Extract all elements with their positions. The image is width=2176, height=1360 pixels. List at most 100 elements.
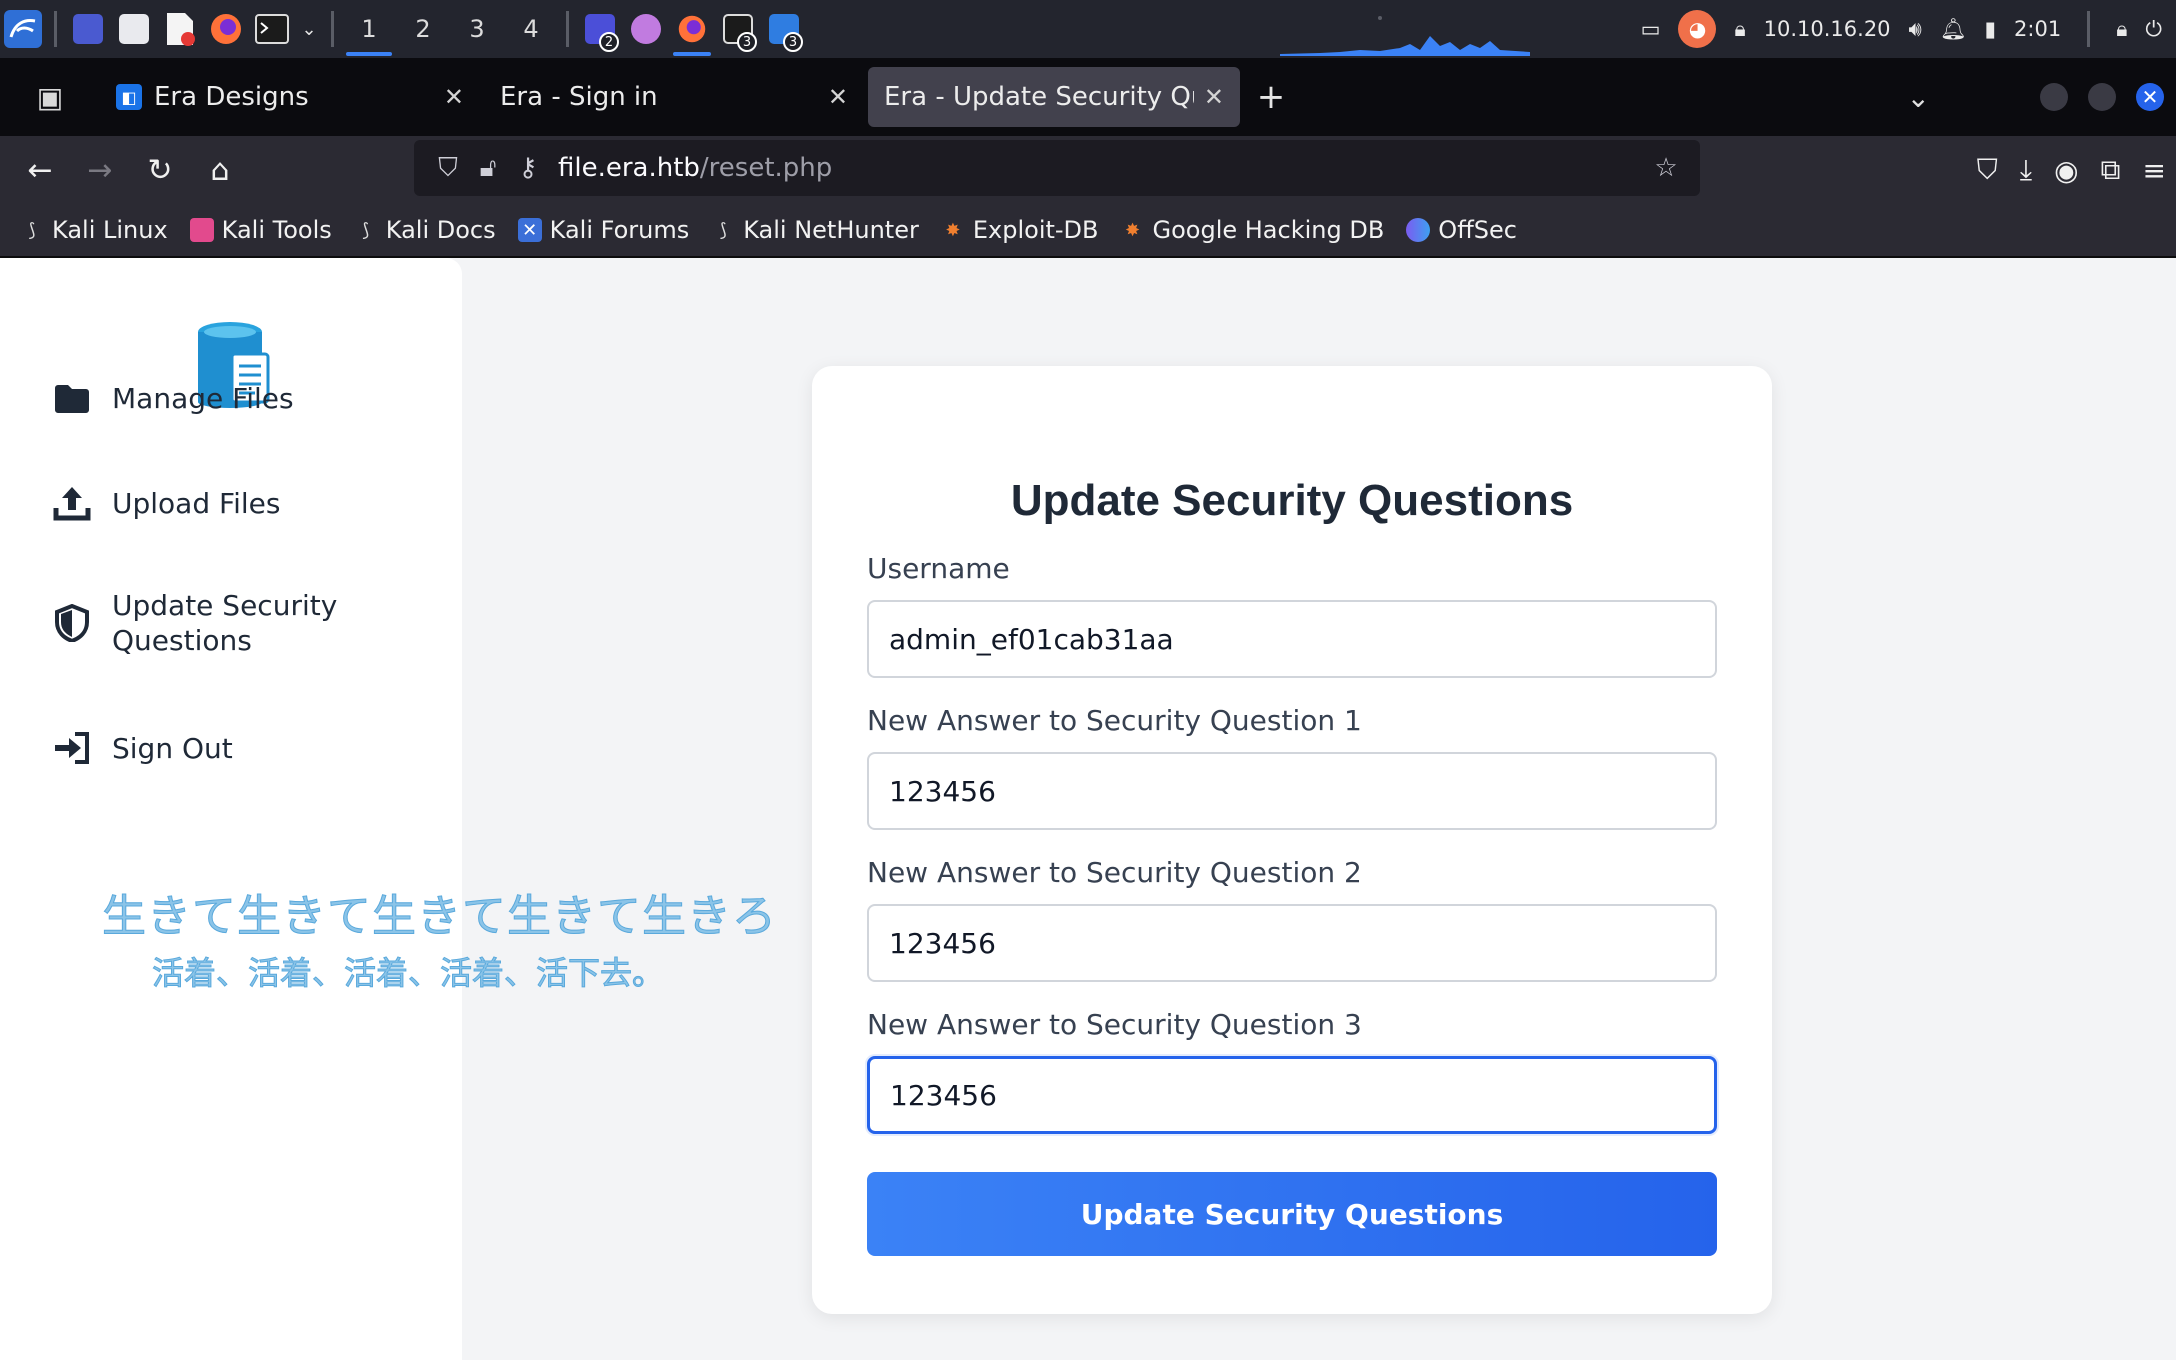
bookmark-kali-linux[interactable]: ⟆ Kali Linux	[20, 216, 167, 244]
close-window-button[interactable]: ✕	[2136, 83, 2164, 111]
maximize-window-button[interactable]	[2088, 83, 2116, 111]
tab-overview-icon[interactable]: ▣	[0, 58, 100, 136]
sidebar-item-update-security-questions[interactable]: Update Security Questions	[52, 588, 362, 658]
bookmarks-toolbar: ⟆ Kali Linux Kali Tools ⟆ Kali Docs ✕ Kali …	[0, 204, 2176, 258]
address-bar[interactable]: ⛉ 🔓︎ ⚷ file.era.htb/reset.php ☆	[414, 140, 1700, 196]
close-tab-icon[interactable]: ✕	[1204, 83, 1224, 111]
burp-window-icon[interactable]: 2	[577, 0, 623, 58]
sidebar-item-sign-out[interactable]: Sign Out	[52, 728, 233, 768]
reload-button[interactable]: ↻	[130, 140, 190, 200]
sidebar-item-manage-files[interactable]: Manage Files	[52, 378, 294, 418]
bookmark-google-hacking-db[interactable]: ✸ Google Hacking DB	[1121, 216, 1385, 244]
sidebar-item-label: Update Security Questions	[112, 589, 338, 657]
tab-era-sign-in[interactable]: Era - Sign in ✕	[484, 67, 864, 127]
show-desktop-icon[interactable]	[65, 0, 111, 58]
back-button[interactable]: ←	[10, 140, 70, 200]
question-1-input[interactable]	[867, 752, 1717, 830]
ghdb-icon: ✸	[1124, 219, 1141, 241]
username-input[interactable]	[867, 600, 1717, 678]
close-tab-icon[interactable]: ✕	[444, 83, 464, 111]
panel-separator	[2087, 11, 2091, 47]
battery-icon[interactable]: ▮	[1984, 17, 1996, 41]
terminal-launcher-icon[interactable]	[249, 0, 295, 58]
overlay-text-chinese: 活着、活着、活着、活着、活下去。	[151, 954, 665, 993]
tab-title: Era Designs	[154, 82, 309, 112]
kali-menu-icon[interactable]	[0, 0, 46, 58]
offsec-icon	[1406, 218, 1431, 242]
vpn-lock-icon[interactable]: 🔒︎	[1734, 17, 1745, 42]
question-2-input[interactable]	[867, 904, 1717, 982]
panel-separator	[54, 11, 57, 47]
forward-button[interactable]: →	[70, 140, 130, 200]
tracking-shield-icon[interactable]: ⛉	[428, 153, 468, 184]
bookmark-label: Kali NetHunter	[743, 216, 919, 244]
url-text[interactable]: file.era.htb/reset.php	[558, 153, 1646, 183]
minimize-window-button[interactable]	[2040, 83, 2068, 111]
overlay-text-japanese: 生きて生きて生きて生きて生きろ	[102, 891, 777, 943]
new-tab-button[interactable]: +	[1244, 67, 1298, 127]
tab-era-designs[interactable]: ◧ Era Designs ✕	[100, 67, 480, 127]
list-all-tabs-icon[interactable]: ⌄	[1907, 81, 1930, 114]
network-activity-graph	[1280, 16, 1530, 56]
desktop-panel: ⌄ 1 2 3 4 2 3 3 ▭ ◕ 🔒︎ 10.10.16.20 🔊︎ 🔔︎…	[0, 0, 2176, 58]
bookmark-kali-tools[interactable]: Kali Tools	[189, 216, 332, 244]
bookmark-star-icon[interactable]: ☆	[1646, 153, 1686, 183]
key-icon[interactable]: ⚷	[508, 153, 548, 183]
sidebar-item-upload-files[interactable]: Upload Files	[52, 483, 280, 523]
url-path: /reset.php	[699, 153, 833, 183]
panel-separator	[566, 11, 569, 47]
bookmark-kali-nethunter[interactable]: ⟆ Kali NetHunter	[711, 216, 919, 244]
lock-screen-icon[interactable]: 🔒︎	[2116, 17, 2127, 42]
exploit-db-icon: ✸	[945, 219, 961, 241]
bookmark-label: Google Hacking DB	[1152, 216, 1385, 244]
close-tab-icon[interactable]: ✕	[828, 83, 848, 111]
firefox-window-icon[interactable]	[669, 0, 715, 58]
window-count-badge: 2	[599, 32, 619, 52]
power-icon[interactable]: ⏻	[2145, 17, 2162, 42]
question-1-label: New Answer to Security Question 1	[867, 704, 1362, 737]
toolbar-actions: ⛉ ⤓ ◉ ⧉ ≡	[1977, 140, 2166, 200]
tab-update-security-questions[interactable]: Era - Update Security Questions ✕	[868, 67, 1240, 127]
question-3-input[interactable]	[867, 1056, 1717, 1134]
fox-user-icon[interactable]: ◕	[1678, 10, 1717, 48]
workspace-3[interactable]: 3	[450, 0, 504, 58]
network-window-icon[interactable]: 3	[761, 0, 807, 58]
bookmark-offsec[interactable]: OffSec	[1406, 216, 1517, 244]
account-icon[interactable]: ◉	[2054, 154, 2078, 187]
bookmark-label: Exploit-DB	[972, 216, 1099, 244]
workspace-4[interactable]: 4	[504, 0, 558, 58]
bookmark-exploit-db[interactable]: ✸ Exploit-DB	[941, 216, 1099, 244]
window-count-badge: 3	[737, 32, 757, 52]
screen-icon[interactable]: ▭	[1641, 17, 1661, 41]
downloads-icon[interactable]: ⤓	[2020, 153, 2032, 187]
workspace-1[interactable]: 1	[342, 0, 396, 58]
cat-app-window-icon[interactable]	[623, 0, 669, 58]
update-security-questions-button[interactable]: Update Security Questions	[867, 1172, 1717, 1256]
launcher-dropdown-icon[interactable]: ⌄	[295, 0, 323, 58]
browser-tab-strip: ▣ ◧ Era Designs ✕ Era - Sign in ✕ Era - …	[0, 58, 2176, 136]
tab-title: Era - Sign in	[500, 82, 658, 112]
notification-bell-icon[interactable]: 🔔︎	[1940, 17, 1967, 42]
sidebar-item-label: Upload Files	[112, 486, 281, 520]
text-editor-icon[interactable]	[157, 0, 203, 58]
username-label: Username	[867, 552, 1010, 585]
kali-forums-icon: ✕	[517, 218, 542, 242]
clock-text[interactable]: 2:01	[2014, 17, 2061, 41]
bookmark-kali-docs[interactable]: ⟆ Kali Docs	[354, 216, 495, 244]
extensions-icon[interactable]: ⧉	[2101, 153, 2121, 187]
kali-dragon-icon: ⟆	[719, 219, 727, 241]
menu-icon[interactable]: ≡	[2143, 154, 2166, 187]
workspace-2[interactable]: 2	[396, 0, 450, 58]
terminal-window-icon[interactable]: 3	[715, 0, 761, 58]
file-manager-icon[interactable]	[111, 0, 157, 58]
pocket-icon[interactable]: ⛉	[1977, 153, 1998, 187]
folder-icon	[52, 378, 92, 418]
insecure-lock-icon[interactable]: 🔓︎	[468, 153, 508, 184]
sidebar: Manage Files Upload Files Update Securit…	[0, 258, 777, 1360]
kali-tools-icon	[189, 218, 214, 242]
bookmark-kali-forums[interactable]: ✕ Kali Forums	[517, 216, 689, 244]
home-button[interactable]: ⌂	[190, 140, 250, 200]
window-count-badge: 3	[783, 32, 803, 52]
volume-icon[interactable]: 🔊︎	[1909, 17, 1922, 42]
firefox-launcher-icon[interactable]	[203, 0, 249, 58]
